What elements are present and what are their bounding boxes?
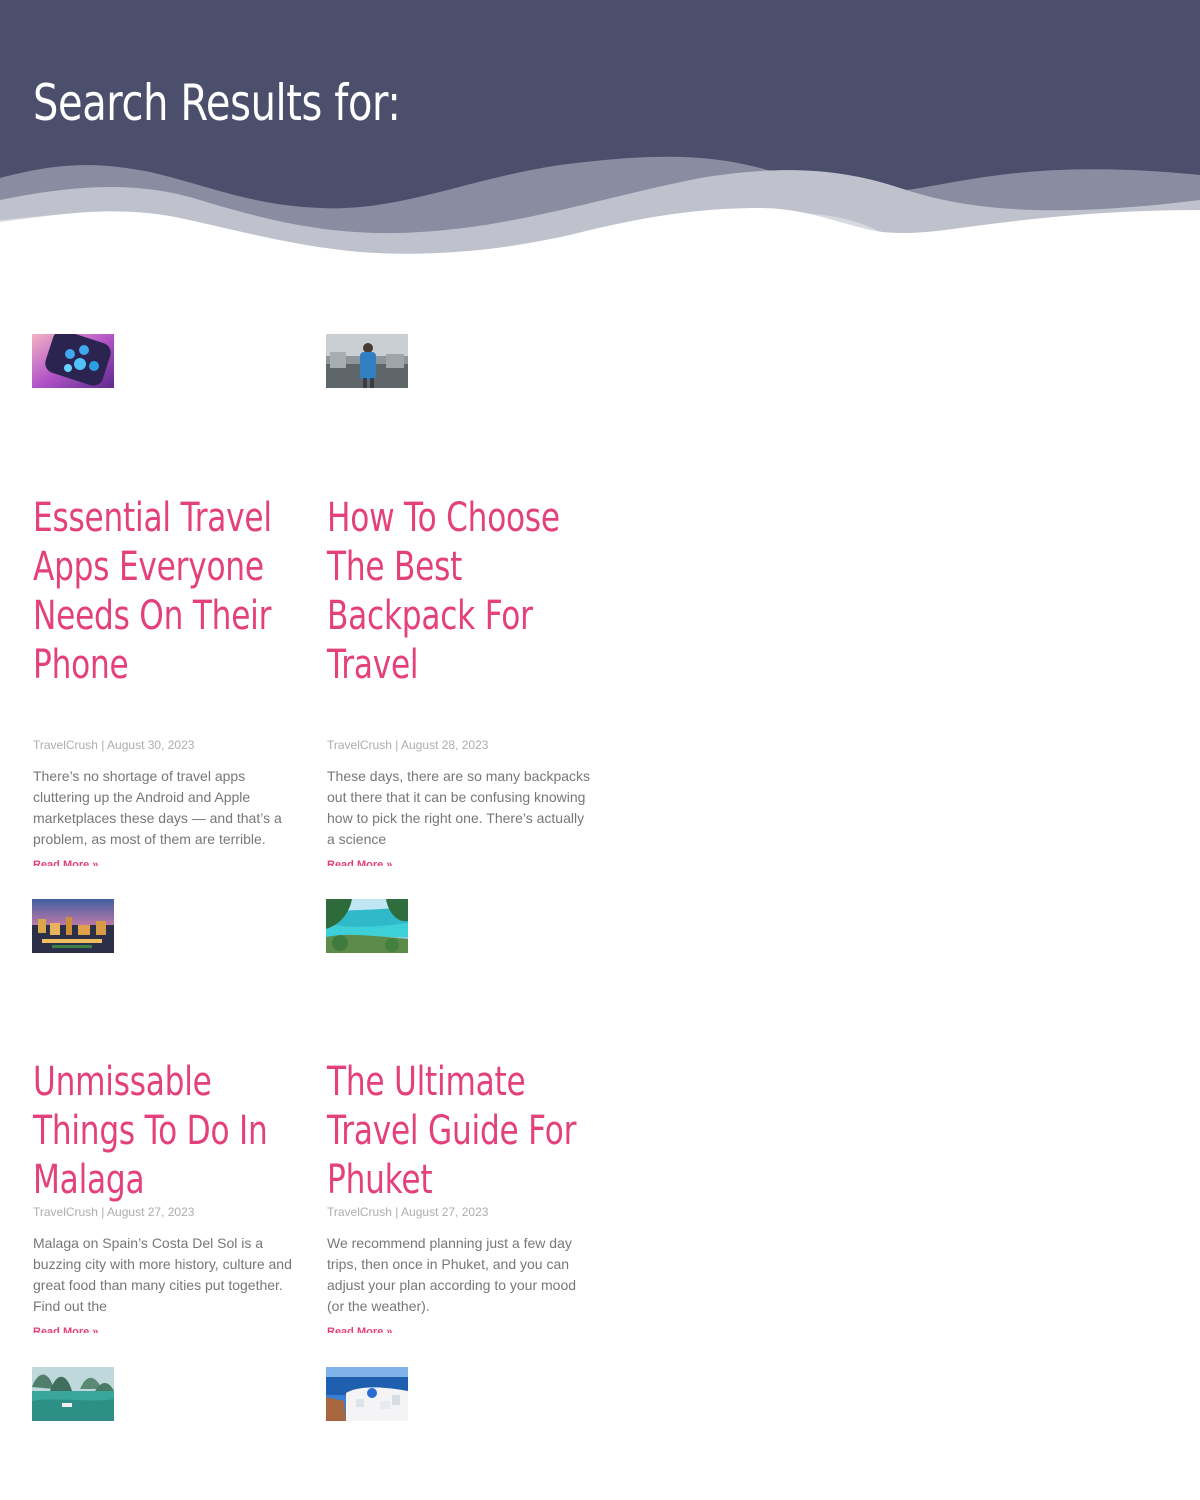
post-title-2[interactable]: How To Choose The Best Backpack For Trav… <box>327 494 577 690</box>
post-thumbnail-5[interactable] <box>32 1367 114 1421</box>
post-excerpt-2: These days, there are so many backpacks … <box>327 768 591 847</box>
meta-separator: | <box>395 1205 399 1219</box>
post-meta-1: TravelCrush | August 30, 2023 <box>33 738 194 752</box>
smartwatch-apps-image <box>32 334 114 388</box>
header-wave-background <box>0 0 1200 270</box>
read-more-wrapper-4: Read More » <box>327 1325 447 1333</box>
post-thumbnail-3[interactable] <box>32 899 114 953</box>
phuket-beach-image <box>326 899 408 953</box>
meta-separator: | <box>395 738 399 752</box>
read-more-link[interactable]: Read More » <box>327 858 447 866</box>
meta-separator: | <box>101 1205 105 1219</box>
post-author: TravelCrush <box>33 1205 98 1219</box>
post-date: August 27, 2023 <box>107 1205 195 1219</box>
post-excerpt-1: There’s no shortage of travel apps clutt… <box>33 768 282 847</box>
post-meta-3: TravelCrush | August 27, 2023 <box>33 1205 194 1219</box>
post-thumbnail-2[interactable] <box>326 334 408 388</box>
post-title-1[interactable]: Essential Travel Apps Everyone Needs On … <box>33 494 283 690</box>
backpacker-street-image <box>326 334 408 388</box>
read-more-link[interactable]: Read More » <box>33 1325 153 1333</box>
post-title-link[interactable]: Essential Travel Apps Everyone Needs On … <box>33 495 272 688</box>
post-meta-2: TravelCrush | August 28, 2023 <box>327 738 488 752</box>
post-author: TravelCrush <box>327 1205 392 1219</box>
post-author: TravelCrush <box>33 738 98 752</box>
read-more-wrapper-3: Read More » <box>33 1325 153 1333</box>
read-more-wrapper-2: Read More » <box>327 858 447 866</box>
post-excerpt-3: Malaga on Spain’s Costa Del Sol is a buz… <box>33 1235 292 1314</box>
malaga-city-night-image <box>32 899 114 953</box>
page-title: Search Results for: <box>33 74 401 132</box>
post-author: TravelCrush <box>327 738 392 752</box>
read-more-wrapper-1: Read More » <box>33 858 153 866</box>
post-thumbnail-6[interactable] <box>326 1367 408 1421</box>
post-title-3[interactable]: Unmissable Things To Do In Malaga <box>33 1058 283 1205</box>
read-more-link[interactable]: Read More » <box>327 1325 447 1333</box>
post-date: August 30, 2023 <box>107 738 195 752</box>
post-title-link[interactable]: How To Choose The Best Backpack For Trav… <box>327 495 560 688</box>
meta-separator: | <box>101 738 105 752</box>
read-more-link[interactable]: Read More » <box>33 858 153 866</box>
post-meta-4: TravelCrush | August 27, 2023 <box>327 1205 488 1219</box>
post-date: August 27, 2023 <box>401 1205 489 1219</box>
post-thumbnail-1[interactable] <box>32 334 114 388</box>
post-title-4[interactable]: The Ultimate Travel Guide For Phuket <box>327 1058 577 1205</box>
post-excerpt-4: We recommend planning just a few day tri… <box>327 1235 577 1314</box>
post-title-link[interactable]: Unmissable Things To Do In Malaga <box>33 1059 268 1203</box>
page-header: Search Results for: <box>0 0 1200 270</box>
halong-bay-image <box>32 1367 114 1421</box>
post-thumbnail-4[interactable] <box>326 899 408 953</box>
post-title-link[interactable]: The Ultimate Travel Guide For Phuket <box>327 1059 576 1203</box>
santorini-image <box>326 1367 408 1421</box>
post-date: August 28, 2023 <box>401 738 489 752</box>
